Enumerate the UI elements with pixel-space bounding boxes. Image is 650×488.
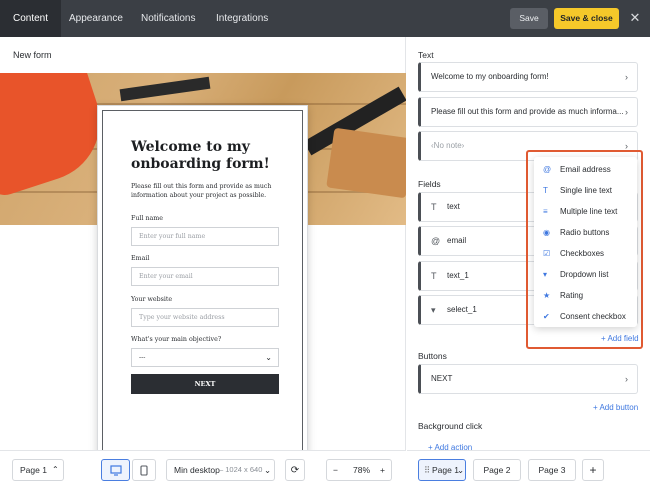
- chevron-down-icon: ⌄: [264, 465, 272, 475]
- add-button-link[interactable]: + Add button: [593, 403, 638, 412]
- section-title-text: Text: [418, 50, 434, 60]
- chevron-down-icon: ⌄: [265, 353, 272, 362]
- form-description: Please fill out this form and provide as…: [131, 183, 272, 199]
- menu-item-label: Dropdown list: [560, 270, 609, 279]
- menu-item-radio-buttons[interactable]: ◉ Radio buttons: [534, 222, 637, 243]
- viewport-label: Min desktop: [174, 465, 220, 475]
- canvas-toolbar: Page 1 ⌃ Min desktop – 1024 x 640 ⌄ ⟳ − …: [0, 450, 406, 488]
- menu-item-rating[interactable]: ★ Rating: [534, 285, 637, 306]
- form-card[interactable]: Welcome to my onboarding form! Please fi…: [97, 105, 308, 457]
- objective-select[interactable]: --- ⌄: [131, 348, 279, 367]
- text-item-label: Please fill out this form and provide as…: [431, 107, 624, 116]
- star-icon: ★: [543, 291, 551, 300]
- page-select-label: Page 1: [20, 465, 47, 475]
- zoom-control: − 78% +: [326, 459, 392, 481]
- field-label-full-name: Full name: [131, 215, 163, 222]
- rotate-button[interactable]: ⟳: [285, 459, 305, 481]
- at-icon: @: [543, 165, 552, 174]
- check-icon: ✔: [543, 312, 550, 321]
- menu-item-consent-checkbox[interactable]: ✔ Consent checkbox: [534, 306, 637, 327]
- menu-item-single-line-text[interactable]: T Single line text: [534, 180, 637, 201]
- menu-item-multiple-line-text[interactable]: ≡ Multiple line text: [534, 201, 637, 222]
- website-input[interactable]: Type your website address: [131, 308, 279, 327]
- checkbox-icon: ☑: [543, 249, 551, 258]
- caret-down-icon: ▾: [543, 270, 548, 279]
- mobile-icon: [140, 465, 148, 476]
- text-item-label: ‹No note›: [431, 141, 465, 150]
- page-tab-2[interactable]: Page 2: [473, 459, 521, 481]
- text-icon: T: [543, 186, 548, 195]
- menu-item-label: Rating: [560, 291, 584, 300]
- form-title: Welcome to my onboarding form!: [131, 139, 270, 172]
- dropdown-type-icon: ▾: [431, 305, 436, 315]
- chevron-right-icon: ›: [625, 72, 628, 82]
- tab-integrations[interactable]: Integrations: [203, 0, 281, 37]
- field-item-label: select_1: [447, 305, 477, 314]
- text-item-description[interactable]: Please fill out this form and provide as…: [418, 97, 638, 127]
- field-label-objective: What's your main objective?: [131, 336, 222, 343]
- menu-item-checkboxes[interactable]: ☑ Checkboxes: [534, 243, 637, 264]
- page-tab-1[interactable]: ⠿ Page 1 ⌄: [418, 459, 466, 481]
- menu-item-email-address[interactable]: @ Email address: [534, 159, 637, 180]
- top-bar: Content Appearance Notifications Integra…: [0, 0, 650, 37]
- objective-select-value: ---: [139, 354, 146, 361]
- viewport-select[interactable]: Min desktop – 1024 x 640 ⌄: [166, 459, 275, 481]
- full-name-input[interactable]: Enter your full name: [131, 227, 279, 246]
- zoom-level: 78%: [353, 465, 371, 475]
- tab-notifications[interactable]: Notifications: [128, 0, 208, 37]
- chevron-right-icon: ›: [625, 374, 628, 384]
- radio-icon: ◉: [543, 228, 550, 237]
- mobile-view-button[interactable]: [132, 459, 156, 481]
- email-type-icon: @: [431, 236, 441, 246]
- button-item-next[interactable]: NEXT ›: [418, 364, 638, 394]
- menu-item-dropdown-list[interactable]: ▾ Dropdown list: [534, 264, 637, 285]
- paragraph-icon: ≡: [543, 207, 548, 216]
- save-and-close-button[interactable]: Save & close: [554, 8, 619, 29]
- menu-item-label: Checkboxes: [560, 249, 605, 258]
- rotate-icon: ⟳: [290, 465, 300, 476]
- save-button[interactable]: Save: [510, 8, 548, 29]
- menu-item-label: Single line text: [560, 186, 613, 195]
- field-item-label: email: [447, 236, 467, 245]
- field-item-label: text: [447, 202, 460, 211]
- close-icon[interactable]: ✕: [628, 10, 642, 26]
- page-select[interactable]: Page 1 ⌃: [12, 459, 64, 481]
- text-type-icon: T: [431, 202, 437, 212]
- field-label-email: Email: [131, 255, 150, 262]
- chevron-up-icon: ⌃: [52, 465, 59, 474]
- menu-item-label: Multiple line text: [560, 207, 618, 216]
- pages-bar: ⠿ Page 1 ⌄ Page 2 Page 3 +: [407, 450, 650, 488]
- zoom-in-button[interactable]: +: [380, 460, 385, 480]
- add-page-button[interactable]: +: [582, 459, 604, 481]
- section-title-background-click: Background click: [418, 421, 483, 431]
- tab-appearance[interactable]: Appearance: [56, 0, 136, 37]
- menu-item-label: Consent checkbox: [560, 312, 626, 321]
- page-tab-label: Page 1: [432, 465, 459, 475]
- chevron-down-icon: ⌄: [457, 465, 465, 475]
- text-type-icon: T: [431, 271, 437, 281]
- form-name: New form: [13, 50, 52, 60]
- desktop-icon: [109, 465, 122, 476]
- section-title-buttons: Buttons: [418, 351, 447, 361]
- page-tab-3[interactable]: Page 3: [528, 459, 576, 481]
- zoom-out-button[interactable]: −: [333, 460, 338, 480]
- tab-content[interactable]: Content: [0, 0, 62, 37]
- button-item-label: NEXT: [431, 374, 453, 383]
- chevron-right-icon: ›: [625, 107, 628, 117]
- field-label-website: Your website: [131, 296, 173, 303]
- next-button[interactable]: NEXT: [131, 374, 279, 394]
- text-item-title[interactable]: Welcome to my onboarding form! ›: [418, 62, 638, 92]
- field-item-label: text_1: [447, 271, 469, 280]
- drag-handle-icon[interactable]: ⠿: [424, 460, 430, 480]
- form-preview-canvas: New form Welcome to my onboarding form! …: [0, 37, 406, 457]
- text-item-label: Welcome to my onboarding form!: [431, 72, 549, 81]
- desktop-view-button[interactable]: [101, 459, 130, 481]
- email-input[interactable]: Enter your email: [131, 267, 279, 286]
- field-type-menu: @ Email address T Single line text ≡ Mul…: [534, 157, 637, 327]
- section-title-fields: Fields: [418, 179, 441, 189]
- menu-item-label: Email address: [560, 165, 611, 174]
- menu-item-label: Radio buttons: [560, 228, 610, 237]
- viewport-size: – 1024 x 640: [219, 465, 263, 474]
